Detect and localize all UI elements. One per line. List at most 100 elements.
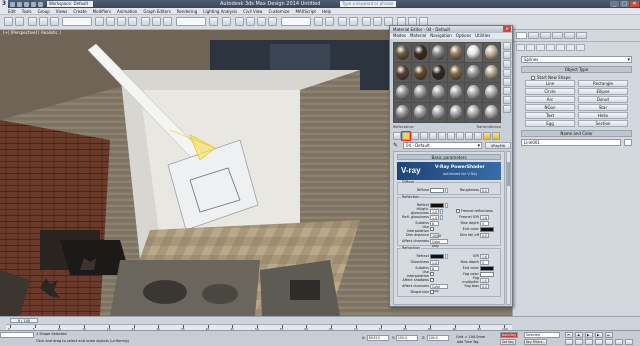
select-by-material-icon[interactable] xyxy=(503,105,511,113)
diffuse-map-button[interactable] xyxy=(445,187,448,193)
menu-utilities[interactable]: Utilities xyxy=(475,33,490,39)
text-button[interactable]: Text xyxy=(525,112,575,119)
new-icon[interactable] xyxy=(10,1,15,7)
fog-multiplier-spinner[interactable]: 1.0 xyxy=(480,277,489,283)
dim-distance-spinner[interactable]: 100.0 xyxy=(430,232,441,238)
motion-tab-icon[interactable] xyxy=(552,32,563,39)
unlink-button[interactable] xyxy=(39,17,48,26)
menu-modes[interactable]: Modes xyxy=(393,33,406,39)
material-slot[interactable] xyxy=(411,43,429,62)
menu-civil-view[interactable]: Civil View xyxy=(243,9,262,14)
schematic-view-button[interactable] xyxy=(373,17,382,26)
redo-button[interactable] xyxy=(15,17,24,26)
rotate-button[interactable] xyxy=(152,17,161,26)
material-type-button[interactable]: VRayMtl xyxy=(485,142,511,149)
helpers-icon[interactable] xyxy=(556,44,565,51)
background-icon[interactable] xyxy=(503,60,511,68)
arc-button[interactable]: Arc xyxy=(525,96,575,103)
select-link-button[interactable] xyxy=(28,17,37,26)
circle-button[interactable]: Circle xyxy=(525,88,575,95)
rectangle-selection-button[interactable] xyxy=(117,17,126,26)
space-warps-icon[interactable] xyxy=(566,44,575,51)
menu-material[interactable]: Material xyxy=(410,33,426,39)
basic-parameters-rollout[interactable]: Basic parameters xyxy=(397,154,501,160)
options-icon[interactable] xyxy=(503,96,511,104)
menu-options[interactable]: Options xyxy=(456,33,471,39)
lights-icon[interactable] xyxy=(536,44,545,51)
show-map-icon[interactable] xyxy=(465,132,473,140)
key-mode-dropdown[interactable]: Selected xyxy=(524,332,560,338)
auto-key-button[interactable]: Auto Key xyxy=(500,332,519,338)
refl-exit-color-swatch[interactable] xyxy=(480,226,494,232)
modify-tab-icon[interactable] xyxy=(528,32,539,39)
cameras-icon[interactable] xyxy=(546,44,555,51)
hilight-glossiness-spinner[interactable]: 1.0 xyxy=(430,208,439,214)
scrollbar-thumb[interactable] xyxy=(507,162,510,186)
material-slot[interactable] xyxy=(447,83,465,102)
menu-animation[interactable]: Animation xyxy=(117,9,137,14)
reset-map-icon[interactable] xyxy=(420,132,428,140)
redo-icon[interactable] xyxy=(38,1,43,7)
ngon-button[interactable]: NGon xyxy=(525,104,575,111)
section-button[interactable]: Section xyxy=(578,120,628,127)
refl-glossiness-map-button[interactable] xyxy=(440,214,443,220)
get-material-icon[interactable] xyxy=(393,132,401,140)
save-icon[interactable] xyxy=(24,1,29,7)
material-slot[interactable] xyxy=(483,63,500,82)
material-slot[interactable] xyxy=(429,63,447,82)
material-name-input[interactable]: 04 - Default xyxy=(403,142,482,149)
geometry-icon[interactable] xyxy=(516,44,525,51)
pan-icon[interactable] xyxy=(605,339,613,345)
select-manipulate-button[interactable] xyxy=(222,17,231,26)
refract-map-button[interactable] xyxy=(445,253,448,259)
material-slot[interactable] xyxy=(447,103,465,122)
object-color-swatch[interactable] xyxy=(624,139,632,146)
material-editor-close-button[interactable]: ✕ xyxy=(503,26,511,32)
window-crossing-button[interactable] xyxy=(128,17,137,26)
refl-subdivs-spinner[interactable]: 8 xyxy=(430,220,439,226)
viewport-label[interactable]: [+] [Perspective] [ Realistic ] xyxy=(3,30,61,35)
maximize-button[interactable]: □ xyxy=(620,1,629,7)
hierarchy-tab-icon[interactable] xyxy=(540,32,551,39)
open-icon[interactable] xyxy=(17,1,22,7)
refr-use-interp-checkbox[interactable] xyxy=(430,272,434,276)
parameters-scrollbar[interactable] xyxy=(506,151,511,305)
curve-editor-button[interactable] xyxy=(362,17,371,26)
refl-glossiness-spinner[interactable]: 1.0 xyxy=(430,214,439,220)
sample-type-icon[interactable] xyxy=(503,42,511,50)
systems-icon[interactable] xyxy=(576,44,585,51)
undo-button[interactable] xyxy=(4,17,13,26)
orbit-icon[interactable] xyxy=(615,339,623,345)
app-logo-icon[interactable]: 3 xyxy=(0,0,8,8)
show-end-result-icon[interactable] xyxy=(474,132,482,140)
time-slider[interactable]: 0 / 100 xyxy=(10,318,38,323)
refl-max-depth-spinner[interactable]: 5 xyxy=(480,220,489,226)
material-slot[interactable] xyxy=(411,63,429,82)
material-slot[interactable] xyxy=(429,103,447,122)
minimize-button[interactable]: _ xyxy=(610,1,619,7)
refl-affect-channels-dropdown[interactable]: Color only xyxy=(430,238,448,248)
material-slot[interactable] xyxy=(447,63,465,82)
refr-affect-channels-dropdown[interactable]: Color only xyxy=(430,283,448,293)
shapes-icon[interactable] xyxy=(526,44,535,51)
utilities-tab-icon[interactable] xyxy=(576,32,587,39)
spinner-snap-button[interactable] xyxy=(268,17,277,26)
refl-use-interp-checkbox[interactable] xyxy=(430,227,434,231)
go-to-parent-icon[interactable] xyxy=(483,132,491,140)
material-id-icon[interactable] xyxy=(456,132,464,140)
add-time-tag[interactable]: Add Time Tag xyxy=(456,340,479,346)
menu-help[interactable]: Help xyxy=(322,9,331,14)
zoom-icon[interactable] xyxy=(565,339,573,345)
material-slot[interactable] xyxy=(483,43,500,62)
put-to-library-icon[interactable] xyxy=(447,132,455,140)
material-slot[interactable] xyxy=(429,43,447,62)
material-slot[interactable] xyxy=(465,43,483,62)
go-forward-sibling-icon[interactable] xyxy=(492,132,500,140)
line-button[interactable]: Line xyxy=(525,80,575,87)
material-editor-titlebar[interactable]: Material Editor - 04 - Default ✕ xyxy=(390,26,512,33)
fresnel-ior-spinner[interactable]: 1.6 xyxy=(480,214,489,220)
align-button[interactable] xyxy=(325,17,334,26)
set-key-button[interactable]: Set Key xyxy=(500,339,517,345)
graphite-toggle-button[interactable] xyxy=(349,17,358,26)
make-copy-icon[interactable] xyxy=(429,132,437,140)
